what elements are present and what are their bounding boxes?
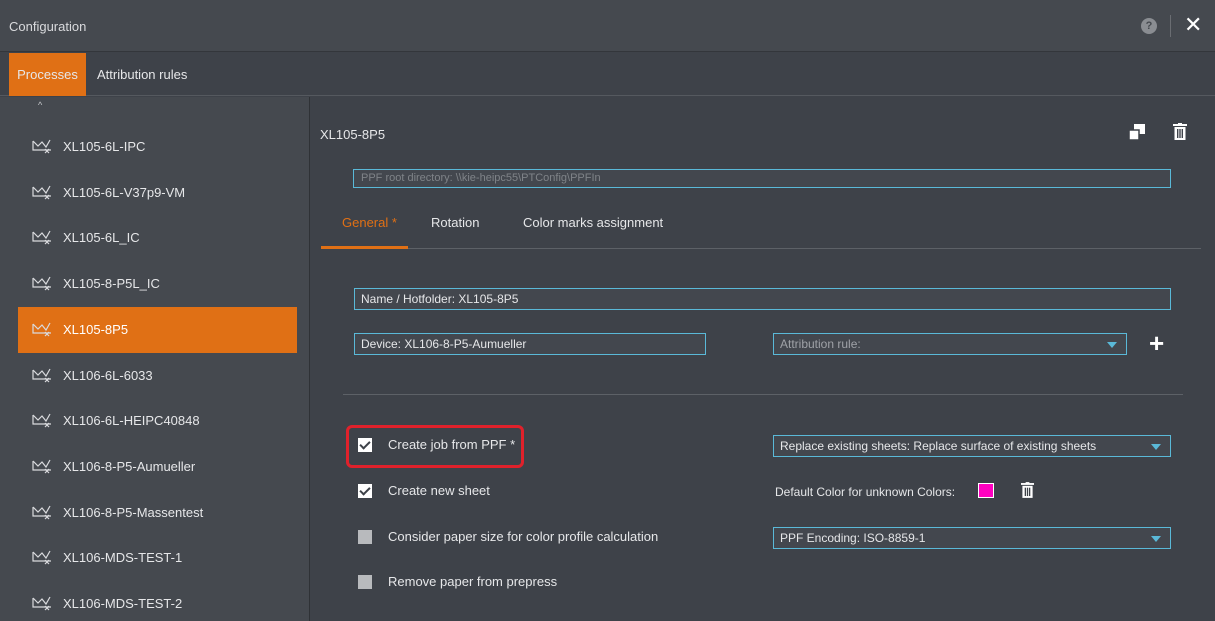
process-icon bbox=[32, 185, 51, 200]
attribution-rule-label: Attribution rule: bbox=[780, 337, 861, 351]
process-list[interactable]: ^ XL105-6L-IPC XL105-6L-V37p9-VM XL105-6L_… bbox=[0, 97, 310, 621]
help-icon[interactable]: ? bbox=[1141, 18, 1157, 34]
close-icon[interactable]: ✕ bbox=[1184, 13, 1202, 37]
create-sheet-checkbox[interactable] bbox=[358, 484, 372, 498]
process-title: XL105-8P5 bbox=[320, 127, 386, 142]
process-icon bbox=[32, 459, 51, 474]
process-item[interactable]: XL106-6L-HEIPC40848 bbox=[18, 398, 297, 444]
process-icon bbox=[32, 505, 51, 520]
chevron-down-icon bbox=[1151, 444, 1161, 450]
process-icon bbox=[32, 550, 51, 565]
attribution-rule-select[interactable]: Attribution rule: bbox=[773, 333, 1127, 355]
duplicate-icon[interactable] bbox=[1129, 124, 1145, 140]
default-color-swatch[interactable] bbox=[978, 483, 994, 498]
title-bar: Configuration ? ✕ bbox=[0, 0, 1215, 52]
process-icon bbox=[32, 413, 51, 428]
process-item[interactable]: XL106-MDS-TEST-2 bbox=[18, 581, 297, 621]
process-item[interactable]: XL105-8-P5L_IC bbox=[18, 261, 297, 307]
process-item[interactable]: XL105-8P5 bbox=[18, 307, 297, 353]
remove-paper-checkbox[interactable] bbox=[358, 575, 372, 589]
process-item-label: XL105-8P5 bbox=[63, 322, 129, 337]
tab-attribution-rules[interactable]: Attribution rules bbox=[97, 53, 187, 96]
process-item[interactable]: XL106-MDS-TEST-1 bbox=[18, 535, 297, 581]
delete-process-icon[interactable] bbox=[1173, 123, 1187, 140]
process-item-label: XL106-6L-HEIPC40848 bbox=[63, 413, 200, 428]
default-color-label: Default Color for unknown Colors: bbox=[775, 485, 956, 499]
name-hotfolder-field[interactable]: Name / Hotfolder: XL105-8P5 bbox=[354, 288, 1171, 310]
create-job-checkbox[interactable] bbox=[358, 438, 372, 452]
tab-processes[interactable]: Processes bbox=[9, 53, 86, 96]
scroll-up-indicator[interactable]: ^ bbox=[38, 100, 42, 110]
chevron-down-icon bbox=[1151, 536, 1161, 542]
replace-sheets-select[interactable]: Replace existing sheets: Replace surface… bbox=[773, 435, 1171, 457]
process-item[interactable]: XL106-8-P5-Massentest bbox=[18, 490, 297, 536]
add-attribution-rule-icon[interactable]: + bbox=[1149, 330, 1164, 356]
process-icon bbox=[32, 276, 51, 291]
process-item-label: XL105-6L_IC bbox=[63, 230, 140, 245]
title-separator bbox=[1170, 15, 1171, 37]
chevron-down-icon bbox=[1107, 342, 1117, 348]
process-item-label: XL106-8-P5-Massentest bbox=[63, 505, 204, 520]
process-item-label: XL105-8-P5L_IC bbox=[63, 276, 160, 291]
tab-bar: Processes Attribution rules bbox=[0, 53, 1215, 96]
tab-color-marks-assignment[interactable]: Color marks assignment bbox=[523, 215, 663, 230]
create-job-label: Create job from PPF * bbox=[388, 437, 516, 452]
process-icon bbox=[32, 322, 51, 337]
delete-color-icon[interactable] bbox=[1021, 482, 1034, 498]
ppf-encoding-value: PPF Encoding: ISO-8859-1 bbox=[780, 531, 926, 545]
process-item-label: XL105-6L-IPC bbox=[63, 139, 146, 154]
ppf-encoding-select[interactable]: PPF Encoding: ISO-8859-1 bbox=[773, 527, 1171, 549]
tab-rotation[interactable]: Rotation bbox=[431, 215, 479, 230]
process-icon bbox=[32, 596, 51, 611]
process-item[interactable]: XL105-6L_IC bbox=[18, 215, 297, 261]
process-item[interactable]: XL106-6L-6033 bbox=[18, 353, 297, 399]
remove-paper-label: Remove paper from prepress bbox=[388, 574, 558, 589]
window-title: Configuration bbox=[9, 19, 87, 34]
process-icon bbox=[32, 139, 51, 154]
device-field[interactable]: Device: XL106-8-P5-Aumueller bbox=[354, 333, 706, 355]
sub-tab-bar: General * Rotation Color marks assignmen… bbox=[321, 207, 1201, 249]
process-item-label: XL105-6L-V37p9-VM bbox=[63, 185, 186, 200]
process-icon bbox=[32, 230, 51, 245]
paper-size-checkbox[interactable] bbox=[358, 530, 372, 544]
process-detail-panel: XL105-8P5 PPF root directory: \\kie-heip… bbox=[311, 97, 1215, 621]
tab-general[interactable]: General * bbox=[342, 215, 397, 230]
process-item[interactable]: XL105-6L-IPC bbox=[18, 124, 297, 170]
process-item-label: XL106-MDS-TEST-2 bbox=[63, 596, 183, 611]
process-item[interactable]: XL105-6L-V37p9-VM bbox=[18, 170, 297, 216]
process-item-label: XL106-8-P5-Aumueller bbox=[63, 459, 196, 474]
paper-size-label: Consider paper size for color profile ca… bbox=[388, 529, 659, 544]
active-tab-underline bbox=[321, 246, 408, 249]
create-sheet-label: Create new sheet bbox=[388, 483, 490, 498]
ppf-root-directory-field[interactable]: PPF root directory: \\kie-heipc55\PTConf… bbox=[353, 169, 1171, 188]
replace-sheets-value: Replace existing sheets: Replace surface… bbox=[780, 439, 1097, 453]
process-item-label: XL106-6L-6033 bbox=[63, 368, 153, 383]
process-item-label: XL106-MDS-TEST-1 bbox=[63, 550, 183, 565]
section-divider bbox=[343, 394, 1183, 395]
process-icon bbox=[32, 368, 51, 383]
process-item[interactable]: XL106-8-P5-Aumueller bbox=[18, 444, 297, 490]
